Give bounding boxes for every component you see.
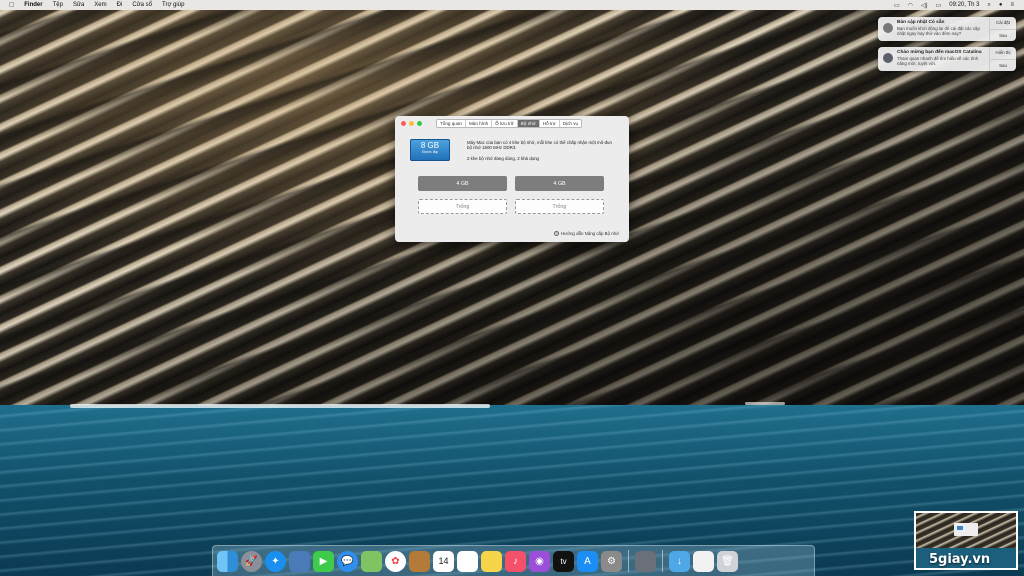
memory-slot-3: Trống — [418, 199, 507, 214]
volume-icon[interactable]: ◁) — [921, 2, 928, 9]
finder-icon[interactable] — [217, 550, 238, 572]
later-button[interactable]: Sau — [990, 28, 1016, 42]
macos-icon — [883, 53, 893, 63]
airplay-icon[interactable]: ▭ — [894, 2, 900, 9]
app-store-icon[interactable]: A — [577, 550, 598, 572]
menu-view[interactable]: Xem — [94, 2, 106, 8]
notification-title: Chào mừng bạn đến macOS Catalina — [897, 50, 982, 55]
trash-icon[interactable]: 🗑 — [717, 550, 738, 572]
memory-total-label: Được lắp — [422, 150, 438, 154]
tab-memory[interactable]: Bộ nhớ — [517, 120, 540, 127]
memory-total-badge: 8 GB Được lắp — [410, 139, 450, 161]
tab-storage[interactable]: Ổ lưu trữ — [492, 120, 518, 127]
menu-edit[interactable]: Sửa — [73, 2, 84, 8]
tab-bar: Tổng quan Màn hình Ổ lưu trữ Bộ nhớ Hỗ t… — [436, 119, 583, 128]
document-stack-icon[interactable] — [693, 550, 714, 572]
music-icon[interactable]: ♪ — [505, 550, 526, 572]
notes-icon[interactable] — [481, 550, 502, 572]
notification-center-icon[interactable]: ≡ — [1010, 2, 1014, 8]
calendar-icon[interactable]: 14 — [433, 550, 454, 572]
question-icon: ? — [553, 231, 559, 236]
system-preferences-icon[interactable]: ⚙ — [601, 550, 622, 572]
window-titlebar[interactable]: Tổng quan Màn hình Ổ lưu trữ Bộ nhớ Hỗ t… — [395, 116, 629, 130]
photos-icon[interactable]: ✿ — [385, 550, 406, 572]
menu-go[interactable]: Đi — [117, 2, 123, 8]
notification-welcome-catalina[interactable]: Chào mừng bạn đến macOS Catalina Tham qu… — [878, 47, 1016, 71]
reminders-icon[interactable] — [457, 550, 478, 572]
menu-bar:  Finder Tệp Sửa Xem Đi Cửa sổ Trợ giúp … — [0, 0, 1024, 10]
dock: 🚀 ✦ ▶ 💬 ✿ 14 ♪ ◉ tv A ⚙ ↓ 🗑 — [212, 545, 815, 576]
memory-slot-4: Trống — [515, 199, 604, 214]
notification-body: Tham quan nhanh để tìm hiểu về các tính … — [897, 56, 979, 67]
notification-title: Bản cập nhật Có sẵn — [897, 20, 945, 25]
messages-icon[interactable]: 💬 — [337, 550, 358, 572]
apple-tv-icon[interactable]: tv — [553, 550, 574, 572]
menu-file[interactable]: Tệp — [53, 2, 63, 8]
memory-total-value: 8 GB — [420, 141, 440, 150]
zoom-button[interactable] — [417, 120, 422, 126]
launchpad-icon[interactable]: 🚀 — [241, 550, 262, 572]
tab-support[interactable]: Hỗ trợ — [540, 120, 560, 127]
menu-window[interactable]: Cửa sổ — [132, 2, 152, 8]
downloads-folder-icon[interactable]: ↓ — [669, 550, 690, 572]
wallpaper-surf — [745, 402, 785, 405]
notification-software-update[interactable]: Bản cập nhật Có sẵn Bạn muốn khởi động l… — [878, 17, 1016, 41]
dock-separator — [628, 550, 629, 572]
memory-description: Máy Mac của bạn có 4 khe bộ nhớ, mỗi khe… — [467, 140, 612, 151]
menu-app-finder[interactable]: Finder — [24, 2, 42, 8]
wallpaper-surf — [70, 404, 490, 408]
later-button[interactable]: Sau — [990, 58, 1016, 72]
tab-service[interactable]: Dịch vụ — [560, 120, 581, 127]
dock-separator — [662, 550, 663, 572]
podcasts-icon[interactable]: ◉ — [529, 550, 550, 572]
help-link-label: Hướng dẫn Nâng cấp Bộ nhớ — [560, 231, 619, 236]
migration-assistant-icon[interactable] — [635, 550, 656, 572]
photo-booth-icon[interactable] — [289, 550, 310, 572]
search-icon[interactable]: ⌕ — [987, 2, 990, 9]
install-button[interactable]: Cài đặt — [990, 17, 1016, 29]
memory-slots-info: 2 khe bộ nhớ đang dùng, 2 khả dụng — [467, 156, 539, 161]
contacts-icon[interactable] — [409, 550, 430, 572]
notification-body: Bạn muốn khởi động lại để cài đặt các cậ… — [897, 26, 980, 37]
wifi-icon[interactable]: ◠ — [908, 2, 913, 9]
minimize-button[interactable] — [409, 120, 414, 126]
close-button[interactable] — [401, 120, 406, 126]
memory-slot-2: 4 GB — [515, 176, 604, 191]
apple-icon[interactable]:  — [9, 2, 14, 9]
facetime-icon[interactable]: ▶ — [313, 550, 334, 572]
thumbnail-window — [954, 523, 978, 536]
gear-icon — [883, 23, 893, 33]
memory-slot-1: 4 GB — [418, 176, 507, 191]
about-this-mac-window: Tổng quan Màn hình Ổ lưu trữ Bộ nhớ Hỗ t… — [395, 116, 629, 242]
watermark: 5giay.vn — [929, 552, 991, 567]
menu-help[interactable]: Trợ giúp — [162, 2, 184, 8]
show-button[interactable]: Hiển thị — [990, 47, 1016, 59]
menu-clock[interactable]: 09:20, Th 3 — [949, 2, 979, 8]
safari-icon[interactable]: ✦ — [265, 550, 286, 572]
memory-upgrade-help-link[interactable]: ? Hướng dẫn Nâng cấp Bộ nhớ — [553, 231, 619, 236]
maps-icon[interactable] — [361, 550, 382, 572]
battery-icon[interactable]: ▭ — [936, 2, 942, 9]
siri-icon[interactable]: ● — [999, 2, 1003, 8]
tab-overview[interactable]: Tổng quan — [437, 120, 466, 127]
tab-displays[interactable]: Màn hình — [466, 120, 493, 127]
